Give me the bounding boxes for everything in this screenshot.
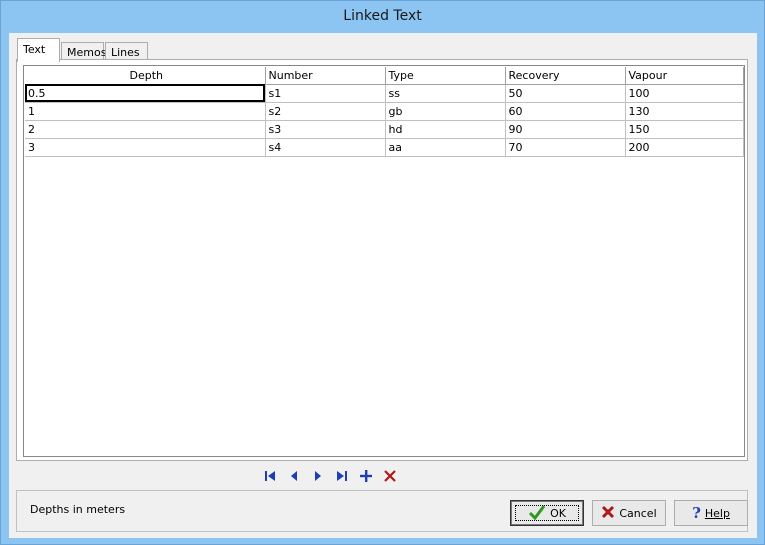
- delete-record-icon[interactable]: [382, 468, 398, 484]
- help-button[interactable]: ? Help: [674, 500, 748, 526]
- grid-cell-depth[interactable]: 3: [25, 138, 266, 157]
- grid-cell-depth[interactable]: 0.5: [25, 84, 266, 103]
- tab-lines-label: Lines: [111, 46, 140, 59]
- table-row: 2 s3 hd 90 150: [25, 120, 744, 139]
- tab-panel-text: Depth Number Type Recovery Vapour 0.5 s1…: [16, 59, 748, 461]
- close-icon[interactable]: [744, 1, 764, 21]
- grid-cell-depth[interactable]: 1: [25, 102, 266, 121]
- grid-cell-recovery[interactable]: 90: [505, 120, 626, 139]
- grid-cell-depth[interactable]: 2: [25, 120, 266, 139]
- ok-button[interactable]: OK: [510, 500, 584, 526]
- prior-record-icon[interactable]: [286, 468, 302, 484]
- window-title: Linked Text: [343, 8, 422, 24]
- tab-text-label: Text: [23, 43, 46, 56]
- grid-cell-vapour[interactable]: 150: [625, 120, 744, 139]
- cancel-x-icon: [601, 505, 615, 522]
- column-header-number[interactable]: Number: [265, 67, 386, 85]
- grid-cell-number[interactable]: s1: [265, 84, 386, 103]
- column-header-depth[interactable]: Depth: [25, 67, 266, 85]
- data-grid[interactable]: Depth Number Type Recovery Vapour 0.5 s1…: [23, 65, 745, 457]
- footer-panel: Depths in meters OK Cancel ? Help: [16, 490, 748, 532]
- help-label: Help: [704, 506, 730, 520]
- depth-units-note: Depths in meters: [30, 503, 126, 516]
- dialog-window: Linked Text Text Memos Lines Depth Numbe…: [0, 0, 765, 545]
- grid-cell-type[interactable]: hd: [385, 120, 506, 139]
- column-header-recovery[interactable]: Recovery: [505, 67, 626, 85]
- last-record-icon[interactable]: [334, 468, 350, 484]
- title-bar: Linked Text: [1, 1, 764, 33]
- table-row: 3 s4 aa 70 200: [25, 138, 744, 157]
- grid-table: Depth Number Type Recovery Vapour 0.5 s1…: [25, 67, 744, 157]
- grid-cell-vapour[interactable]: 130: [625, 102, 744, 121]
- grid-cell-vapour[interactable]: 100: [625, 84, 744, 103]
- grid-cell-recovery[interactable]: 60: [505, 102, 626, 121]
- first-record-icon[interactable]: [262, 468, 278, 484]
- grid-cell-vapour[interactable]: 200: [625, 138, 744, 157]
- cancel-label: Cancel: [619, 506, 657, 520]
- grid-cell-type[interactable]: aa: [385, 138, 506, 157]
- grid-cell-number[interactable]: s3: [265, 120, 386, 139]
- grid-header-row: Depth Number Type Recovery Vapour: [25, 67, 744, 85]
- next-record-icon[interactable]: [310, 468, 326, 484]
- grid-cell-type[interactable]: gb: [385, 102, 506, 121]
- table-row: 1 s2 gb 60 130: [25, 102, 744, 121]
- tab-memos-label: Memos: [67, 46, 107, 59]
- ok-focus-rect: [515, 505, 579, 521]
- tab-text[interactable]: Text: [17, 38, 60, 62]
- column-header-type[interactable]: Type: [385, 67, 506, 85]
- cancel-button[interactable]: Cancel: [592, 500, 666, 526]
- column-header-vapour[interactable]: Vapour: [625, 67, 744, 85]
- help-question-icon: ?: [692, 504, 701, 522]
- record-navigator: [262, 465, 398, 487]
- grid-cell-number[interactable]: s4: [265, 138, 386, 157]
- grid-cell-number[interactable]: s2: [265, 102, 386, 121]
- insert-record-icon[interactable]: [358, 468, 374, 484]
- grid-cell-recovery[interactable]: 70: [505, 138, 626, 157]
- grid-cell-recovery[interactable]: 50: [505, 84, 626, 103]
- grid-cell-type[interactable]: ss: [385, 84, 506, 103]
- table-row: 0.5 s1 ss 50 100: [25, 84, 744, 103]
- dialog-client-area: Text Memos Lines Depth Number Type Recov…: [9, 33, 757, 538]
